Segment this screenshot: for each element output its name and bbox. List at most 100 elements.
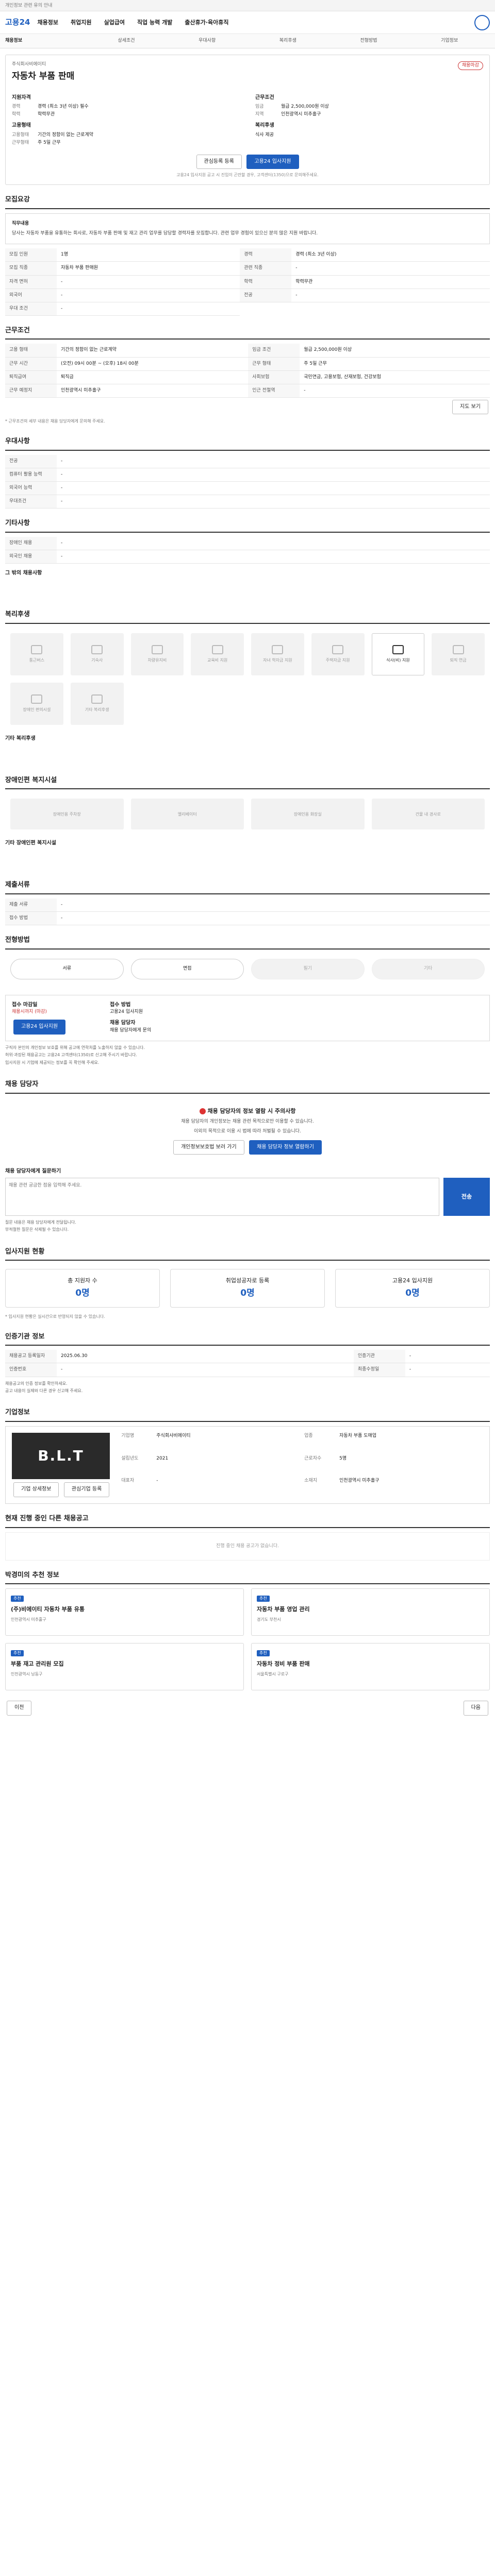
row-value: - [57, 454, 490, 468]
row-value: - [57, 911, 490, 925]
welfare-etc-body [5, 745, 490, 766]
stat-label: 총 지원자 수 [68, 1277, 97, 1284]
welfare-icon [332, 645, 344, 655]
nav-item[interactable]: 출산휴가·육아휴직 [185, 19, 228, 27]
bullet-item: 입사지원 시 기업에 제공되는 정보를 꼭 확인해 주세요. [5, 1059, 490, 1066]
process-steps: 서류 면접 필기 기타 [5, 954, 490, 985]
row-value: - [57, 481, 490, 495]
summary-title: 모집요강 [5, 195, 490, 209]
company-interest-button[interactable]: 관심기업 등록 [63, 1482, 110, 1497]
recommend-card[interactable]: 추천 부품 재고 관리원 모집 인천광역시 남동구 [5, 1643, 244, 1691]
company-value: 자동차 부품 도매업 [339, 1433, 377, 1439]
question-input[interactable] [5, 1177, 439, 1216]
welfare-title: 복리후생 [5, 610, 490, 624]
info-row: 임금 월급 2,500,000원 이상 [255, 104, 483, 110]
company-key: 설립년도 [121, 1455, 139, 1461]
table-row: 인증번호 - 최종수정일 - [5, 1363, 490, 1377]
site-logo[interactable]: 고용24 [5, 17, 30, 28]
other-extra: 그 밖의 채용사항 [5, 570, 42, 576]
welfare-label: 기타 복리후생 [85, 707, 109, 713]
stats-title: 입사지원 현황 [5, 1247, 490, 1261]
welfare-item: 기타 복리후생 [70, 683, 124, 725]
row-key: 접수 방법 [5, 911, 57, 925]
welfare-icon [91, 645, 103, 655]
welfare-label: 차량유지비 [147, 658, 167, 663]
card-meta: 인천광역시 남동구 [11, 1672, 43, 1677]
welfare-label: 식사(비) 지원 [386, 658, 410, 663]
question-title: 채용 담당자에게 질문하기 [5, 1168, 61, 1175]
recommend-section: 박경미의 추천 정보 추천 (주)비에이티 자동차 부품 유통 인천광역시 미추홀구… [0, 1565, 495, 1695]
card-title[interactable]: 자동차 부품 영업 관리 [257, 1605, 484, 1614]
org-table: 채용공고 등록일자 2025.06.30 인증기관 - 인증번호 - 최종수정일 - [5, 1350, 490, 1377]
welfare-label: 복리후생 [255, 123, 274, 129]
prev-button[interactable]: 이전 [7, 1701, 32, 1716]
card-title[interactable]: 자동차 정비 부품 판매 [257, 1660, 484, 1668]
info-key: 학력 [12, 112, 21, 117]
manager-p1: 채용 담당자의 개인정보는 채용 관련 목적으로만 이용할 수 있습니다. [181, 1118, 314, 1124]
next-button[interactable]: 다음 [463, 1701, 488, 1716]
bullet-item: 공고 내용이 실제와 다른 경우 신고해 주세요. [5, 1387, 490, 1395]
receipt-bullets: 구직자 본인의 개인정보 보호를 위해 공고에 연락처를 노출하지 않을 수 있… [5, 1041, 490, 1070]
deadline-value: 채용시까지 (마감) [12, 1009, 47, 1015]
welfare-icon [272, 645, 284, 655]
row-value: - [57, 302, 240, 316]
info-row: 고용형태 기간의 정함이 없는 근로계약 [12, 132, 240, 139]
table-row: 퇴직급여 퇴직금 사회보험 국민연금, 고용보험, 산재보험, 건강보험 [5, 370, 490, 384]
nav-item[interactable]: 취업지원 [71, 19, 91, 27]
nav-item[interactable]: 실업급여 [104, 19, 124, 27]
subnav-tab[interactable]: 채용정보 [5, 38, 86, 44]
welfare-label: 장애인 편의시설 [23, 707, 51, 713]
welfare-item: 식사(비) 지원 [371, 633, 425, 676]
search-icon[interactable] [474, 14, 490, 30]
bullet-text: 구직자 본인의 개인정보 보호를 위해 공고에 연락처를 노출하지 않을 수 있… [5, 1045, 145, 1050]
company-name[interactable]: 주식회사비에이티 [12, 61, 483, 68]
receipt-section: 접수 마감일 채용시까지 (마감) 고용24 입사지원 접수 방법 고용24 입… [0, 989, 495, 1074]
recommend-card[interactable]: 추천 자동차 부품 영업 관리 경기도 부천시 [251, 1588, 490, 1636]
row-key: 관련 직종 [240, 261, 292, 276]
subnav-tab[interactable]: 전형방법 [328, 38, 409, 44]
interest-button[interactable]: 관심등록 등록 [196, 154, 242, 170]
welfare-item: 자녀 학자금 지원 [251, 633, 304, 676]
row-key: 외국인 채용 [5, 550, 57, 564]
map-button[interactable]: 지도 보기 [452, 399, 488, 415]
privacy-law-button[interactable]: 개인정보보호법 보러 가기 [173, 1140, 244, 1155]
recommend-card[interactable]: 추천 (주)비에이티 자동차 부품 유통 인천광역시 미추홀구 [5, 1588, 244, 1636]
disabled-item: 장애인용 화장실 [251, 799, 365, 830]
row-key: 외국어 능력 [5, 481, 57, 495]
send-button[interactable]: 전송 [443, 1177, 490, 1216]
company-detail-button[interactable]: 기업 상세정보 [13, 1482, 59, 1497]
row-value: 기간의 정함이 없는 근로계약 [57, 344, 249, 358]
subnav-tab[interactable]: 상세조건 [86, 38, 167, 44]
receipt-apply-button[interactable]: 고용24 입사지원 [13, 1020, 66, 1035]
bullet-item: 채용공고의 인증 정보를 확인하세요. [5, 1380, 490, 1387]
apply-note: 고용24 입사지원 공고 시 진입이 곤란할 경우, 고객센터(1350)으로 … [176, 173, 319, 178]
nav-item[interactable]: 직업 능력 개발 [137, 19, 172, 27]
subnav-tab[interactable]: 우대사항 [167, 38, 248, 44]
recommend-card[interactable]: 추천 자동차 정비 부품 판매 서울특별시 구로구 [251, 1643, 490, 1691]
row-value: - [300, 384, 490, 398]
org-title: 인증기관 정보 [5, 1332, 490, 1346]
welfare-item: 통근버스 [10, 633, 63, 676]
card-title[interactable]: 부품 재고 관리원 모집 [11, 1660, 238, 1668]
row-key: 우대조건 [5, 495, 57, 509]
process-step: 필기 [251, 958, 365, 979]
nav-item[interactable]: 채용정보 [37, 19, 58, 27]
manager-title: 채용 담당자 [5, 1080, 490, 1094]
stat-card: 고용24 입사지원 0명 [335, 1269, 490, 1308]
company-value: 인천광역시 미추홀구 [339, 1478, 380, 1484]
process-step: 면접 [130, 958, 244, 979]
apply-button[interactable]: 고용24 입사지원 [246, 154, 299, 170]
row-key: 인근 전철역 [248, 384, 300, 398]
card-title[interactable]: (주)비에이티 자동차 부품 유통 [11, 1605, 238, 1614]
table-row: 자격 면허 - 학력 학력무관 [5, 275, 490, 289]
subnav-tab[interactable]: 기업정보 [409, 38, 490, 44]
pager: 이전 다음 [0, 1694, 495, 1720]
summary-head: 직무내용 [12, 221, 29, 226]
view-manager-button[interactable]: 채용 담당자 정보 열람하기 [249, 1140, 322, 1155]
bullet-item: 허위·과장된 채용공고는 고용24 고객센터(1350)로 신고해 주시기 바랍… [5, 1052, 490, 1059]
info-val: 월급 2,500,000원 이상 [281, 104, 329, 110]
welfare-item: 퇴직 연금 [432, 633, 485, 676]
subnav-tab[interactable]: 복리후생 [248, 38, 328, 44]
welfare-icon [91, 694, 103, 704]
row-value: - [57, 275, 240, 289]
